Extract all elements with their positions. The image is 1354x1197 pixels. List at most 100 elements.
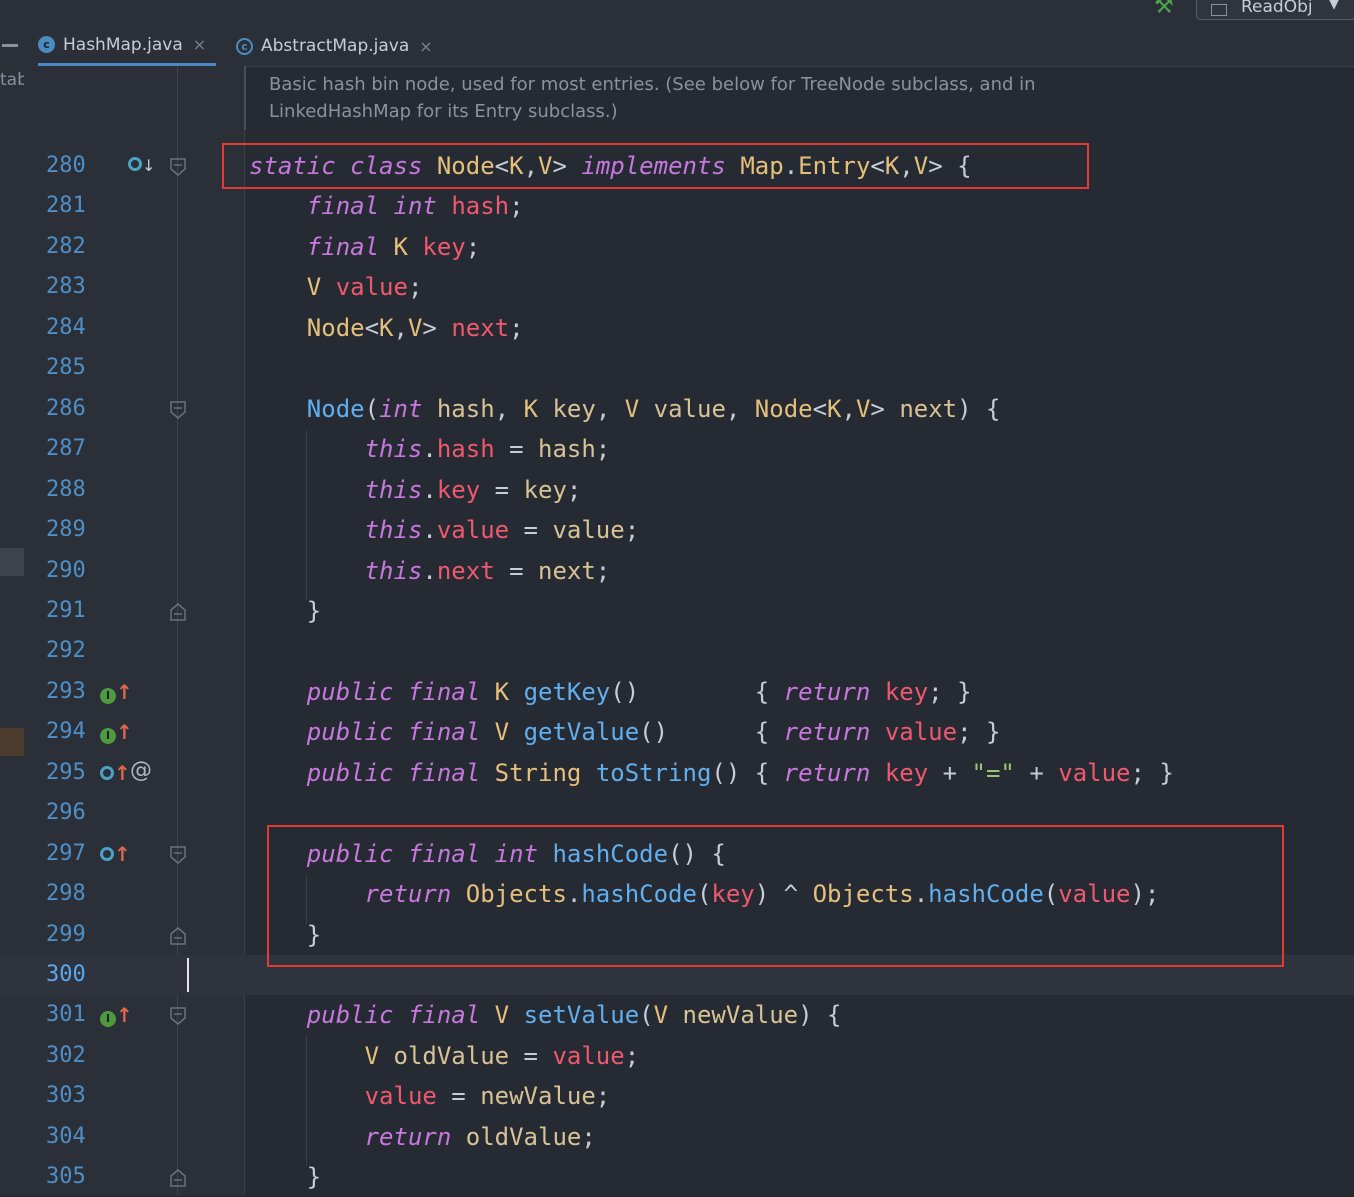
code-text[interactable]: Node(int hash, K key, V value, Node<K,V>… [249, 389, 1001, 429]
line-number[interactable]: 282 [46, 227, 106, 267]
line-number[interactable]: 294 [46, 712, 106, 752]
code-token: setValue [523, 1001, 640, 1029]
line-number[interactable]: 280 [46, 146, 106, 186]
code-line-304[interactable]: 304 return oldValue; [0, 1117, 1354, 1157]
interface-implements-up-icon[interactable]: I ↑ [100, 1005, 133, 1027]
line-number[interactable]: 285 [46, 348, 106, 388]
line-number[interactable]: 297 [46, 834, 106, 874]
implemented-down-icon[interactable]: ↓ [128, 156, 155, 176]
line-number[interactable]: 303 [46, 1076, 106, 1116]
code-line-287[interactable]: 287 this.hash = hash; [0, 429, 1354, 469]
code-line-290[interactable]: 290 this.next = next; [0, 551, 1354, 591]
line-number[interactable]: 302 [46, 1036, 106, 1076]
code-line-282[interactable]: 282 final K key; [0, 227, 1354, 267]
line-number[interactable]: 300 [46, 955, 106, 995]
code-text[interactable]: this.next = next; [249, 551, 611, 591]
code-text[interactable]: V value; [249, 267, 423, 307]
code-text[interactable]: this.key = key; [249, 470, 582, 510]
close-icon[interactable]: × [193, 35, 206, 54]
code-token: public [306, 678, 394, 706]
annotation-icon[interactable]: @ [130, 760, 152, 782]
code-line-291[interactable]: 291 } [0, 591, 1354, 631]
code-line-285[interactable]: 285 [0, 348, 1354, 388]
interface-implements-up-icon[interactable]: I ↑ [100, 722, 133, 744]
code-token: , [393, 314, 408, 342]
hammer-icon[interactable]: ⚒ [1154, 0, 1174, 18]
code-line-286[interactable]: 286 Node(int hash, K key, V value, Node<… [0, 389, 1354, 429]
code-line-284[interactable]: 284 Node<K,V> next; [0, 308, 1354, 348]
fold-collapse-icon[interactable] [170, 158, 186, 176]
code-token: value [335, 273, 408, 301]
tab-hashmap-java[interactable]: c HashMap.java × [38, 26, 217, 66]
line-number[interactable]: 299 [46, 915, 106, 955]
doc-comment-line: LinkedHashMap for its Entry subclass.) [269, 101, 618, 122]
code-text[interactable]: } [249, 591, 321, 631]
code-line-283[interactable]: 283 V value; [0, 267, 1354, 307]
code-text[interactable]: public final K getKey() { return key; } [249, 672, 972, 712]
code-text[interactable]: final K key; [249, 227, 480, 267]
code-line-301[interactable]: 301 public final V setValue(V newValue) … [0, 995, 1354, 1035]
code-token: () { [610, 678, 784, 706]
code-text[interactable]: this.hash = hash; [249, 429, 611, 469]
line-number[interactable]: 290 [46, 551, 106, 591]
code-text[interactable]: public final String toString() { return … [249, 753, 1174, 793]
interface-implements-up-icon[interactable]: I ↑ [100, 682, 133, 704]
code-text[interactable]: V oldValue = value; [249, 1036, 640, 1076]
code-text[interactable]: public final V setValue(V newValue) { [249, 995, 842, 1035]
fold-end-icon[interactable] [170, 603, 186, 621]
code-line-303[interactable]: 303 value = newValue; [0, 1076, 1354, 1116]
fold-end-icon[interactable] [170, 927, 186, 945]
line-number[interactable]: 292 [46, 631, 106, 671]
code-token: next [451, 314, 510, 342]
line-number[interactable]: 291 [46, 591, 106, 631]
line-number[interactable]: 305 [46, 1157, 106, 1197]
fold-end-icon[interactable] [170, 1169, 186, 1187]
line-number[interactable]: 295 [46, 753, 106, 793]
line-number[interactable]: 296 [46, 793, 106, 833]
close-icon[interactable]: × [419, 37, 432, 56]
code-text[interactable]: Node<K,V> next; [249, 308, 524, 348]
overrides-up-icon[interactable]: ↑ [100, 763, 131, 785]
line-number[interactable]: 293 [46, 672, 106, 712]
line-number[interactable]: 283 [46, 267, 106, 307]
line-number[interactable]: 284 [46, 308, 106, 348]
code-line-295[interactable]: 295 public final String toString() { ret… [0, 753, 1354, 793]
overrides-up-icon[interactable]: ↑ [100, 844, 131, 866]
line-number[interactable]: 286 [46, 389, 106, 429]
code-text[interactable]: value = newValue; [249, 1076, 611, 1116]
arrow-down-icon: ↓ [142, 156, 156, 175]
line-number[interactable]: 288 [46, 470, 106, 510]
line-number[interactable]: 281 [46, 186, 106, 226]
code-token: () { [639, 718, 784, 746]
code-text[interactable]: } [249, 1157, 321, 1197]
text-caret [187, 958, 189, 992]
code-line-294[interactable]: 294 public final V getValue() { return v… [0, 712, 1354, 752]
code-line-289[interactable]: 289 this.value = value; [0, 510, 1354, 550]
run-configuration-selector[interactable]: ReadObj ▼ [1196, 0, 1354, 20]
tab-abstractmap-java[interactable]: c AbstractMap.java × [236, 26, 433, 66]
code-line-302[interactable]: 302 V oldValue = value; [0, 1036, 1354, 1076]
code-line-293[interactable]: 293 public final K getKey() { return key… [0, 672, 1354, 712]
minimize-icon[interactable] [2, 44, 18, 47]
code-token: key [884, 759, 929, 787]
code-line-288[interactable]: 288 this.key = key; [0, 470, 1354, 510]
line-number[interactable]: 301 [46, 995, 106, 1035]
line-number[interactable]: 287 [46, 429, 106, 469]
fold-collapse-icon[interactable] [170, 1007, 186, 1025]
code-line-281[interactable]: 281 final int hash; [0, 186, 1354, 226]
line-number[interactable]: 298 [46, 874, 106, 914]
code-line-305[interactable]: 305 } [0, 1157, 1354, 1197]
code-text[interactable]: final int hash; [249, 186, 524, 226]
fold-collapse-icon[interactable] [170, 401, 186, 419]
code-text[interactable]: public final V getValue() { return value… [249, 712, 1001, 752]
code-text[interactable]: return oldValue; [249, 1117, 596, 1157]
code-line-292[interactable]: 292 [0, 631, 1354, 671]
fold-collapse-icon[interactable] [170, 846, 186, 864]
line-number[interactable]: 289 [46, 510, 106, 550]
line-number[interactable]: 304 [46, 1117, 106, 1157]
code-token: public [306, 759, 394, 787]
code-token: toString [595, 759, 712, 787]
code-text[interactable]: this.value = value; [249, 510, 640, 550]
